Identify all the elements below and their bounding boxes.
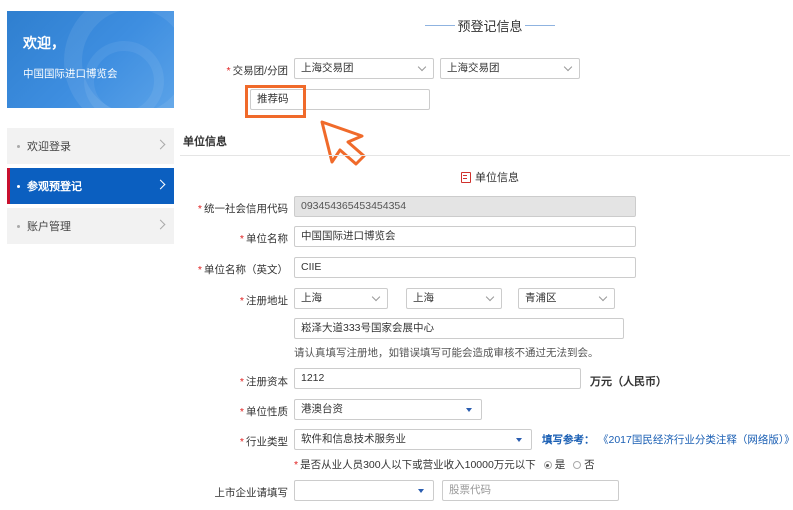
sidebar-item-label: 账户管理: [27, 221, 71, 233]
credit-code-label: * 统一社会信用代码: [197, 203, 288, 215]
chevron-down-icon: [485, 292, 495, 302]
highlight-box: [245, 85, 306, 118]
province-value: 上海: [301, 292, 322, 304]
listed-market-select[interactable]: [294, 480, 434, 501]
trading-group-select[interactable]: 上海交易团: [294, 58, 434, 79]
sub-group-select[interactable]: 上海交易团: [440, 58, 580, 79]
trading-group-value: 上海交易团: [301, 62, 354, 74]
sidebar-item-account-management[interactable]: 账户管理: [7, 208, 174, 244]
radio-yes[interactable]: [543, 461, 552, 470]
capital-label: * 注册资本: [239, 376, 288, 388]
industry-select[interactable]: 软件和信息技术服务业: [294, 429, 532, 450]
unit-info-heading: 单位信息: [183, 136, 227, 148]
document-icon: [461, 171, 471, 183]
caret-down-icon: [418, 489, 424, 493]
sidebar-item-visit-preregistration[interactable]: 参观预登记: [7, 168, 174, 204]
radio-no[interactable]: [573, 461, 582, 470]
caret-down-icon: [516, 438, 522, 442]
unit-name-en-label: * 单位名称（英文）: [197, 264, 288, 276]
chevron-down-icon: [598, 292, 608, 302]
banner-title: 欢迎，: [23, 35, 65, 51]
required-mark: *: [226, 65, 231, 77]
capital-unit: 万元（人民币）: [590, 376, 667, 388]
sidebar-item-label: 欢迎登录: [27, 141, 71, 153]
nature-value: 港澳台资: [301, 403, 343, 415]
bullet-icon: [17, 184, 20, 188]
chevron-down-icon: [417, 62, 427, 72]
address-hint: 请认真填写注册地，如错误填写可能会造成审核不通过无法到会。: [294, 347, 599, 359]
industry-label: * 行业类型: [239, 436, 288, 448]
bullet-icon: [17, 224, 20, 228]
listed-company-label: 上市企业请填写: [214, 487, 289, 499]
chevron-down-icon: [371, 292, 381, 302]
small-business-question: 是否从业人员300人以下或营业收入10000万元以下: [300, 459, 536, 471]
chevron-down-icon: [563, 62, 573, 72]
unit-name-label: * 单位名称: [239, 233, 288, 245]
city-select[interactable]: 上海: [406, 288, 502, 309]
radio-yes-label: 是: [554, 459, 566, 471]
chevron-right-icon: [155, 139, 166, 150]
arrow-pointer-icon: [320, 120, 366, 166]
nature-select[interactable]: 港澳台资: [294, 399, 482, 420]
industry-value: 软件和信息技术服务业: [301, 433, 406, 445]
stock-code-input[interactable]: 股票代码: [442, 480, 619, 501]
address-detail-field[interactable]: 崧泽大道333号国家会展中心: [294, 318, 624, 339]
industry-reference-label: 填写参考：: [542, 434, 595, 446]
unit-name-en-field[interactable]: CIIE: [294, 257, 636, 278]
city-value: 上海: [413, 292, 434, 304]
trading-group-label: * 交易团/分团: [226, 65, 288, 77]
bullet-icon: [17, 144, 20, 148]
chevron-right-icon: [155, 219, 166, 230]
province-select[interactable]: 上海: [294, 288, 388, 309]
radio-no-label: 否: [584, 459, 595, 471]
district-select[interactable]: 青浦区: [518, 288, 615, 309]
sidebar-item-label: 参观预登记: [27, 181, 82, 193]
credit-code-field: 093454365453454354: [294, 196, 636, 217]
divider: [180, 155, 790, 156]
caret-down-icon: [466, 408, 472, 412]
banner-subtitle: 中国国际进口博览会: [23, 68, 118, 80]
chevron-right-icon: [155, 179, 166, 190]
nature-label: * 单位性质: [239, 406, 288, 418]
heading-line: [525, 25, 555, 26]
section-title: 预登记信息: [457, 19, 523, 34]
district-value: 青浦区: [525, 292, 557, 304]
industry-reference-link[interactable]: 《2017国民经济行业分类注释（网络版）》: [598, 432, 793, 447]
unit-name-field[interactable]: 中国国际进口博览会: [294, 226, 636, 247]
address-label: * 注册地址: [239, 295, 288, 307]
sub-group-value: 上海交易团: [447, 62, 500, 74]
capital-field[interactable]: 1212: [294, 368, 581, 389]
sidebar-item-welcome-login[interactable]: 欢迎登录: [7, 128, 174, 164]
unit-info-center-title: 单位信息: [461, 169, 519, 185]
heading-line: [425, 25, 455, 26]
welcome-banner: 欢迎， 中国国际进口博览会: [7, 11, 174, 108]
section-heading: 预登记信息: [425, 16, 555, 35]
small-business-row: * 是否从业人员300人以下或营业收入10000万元以下 是 否: [294, 459, 595, 471]
